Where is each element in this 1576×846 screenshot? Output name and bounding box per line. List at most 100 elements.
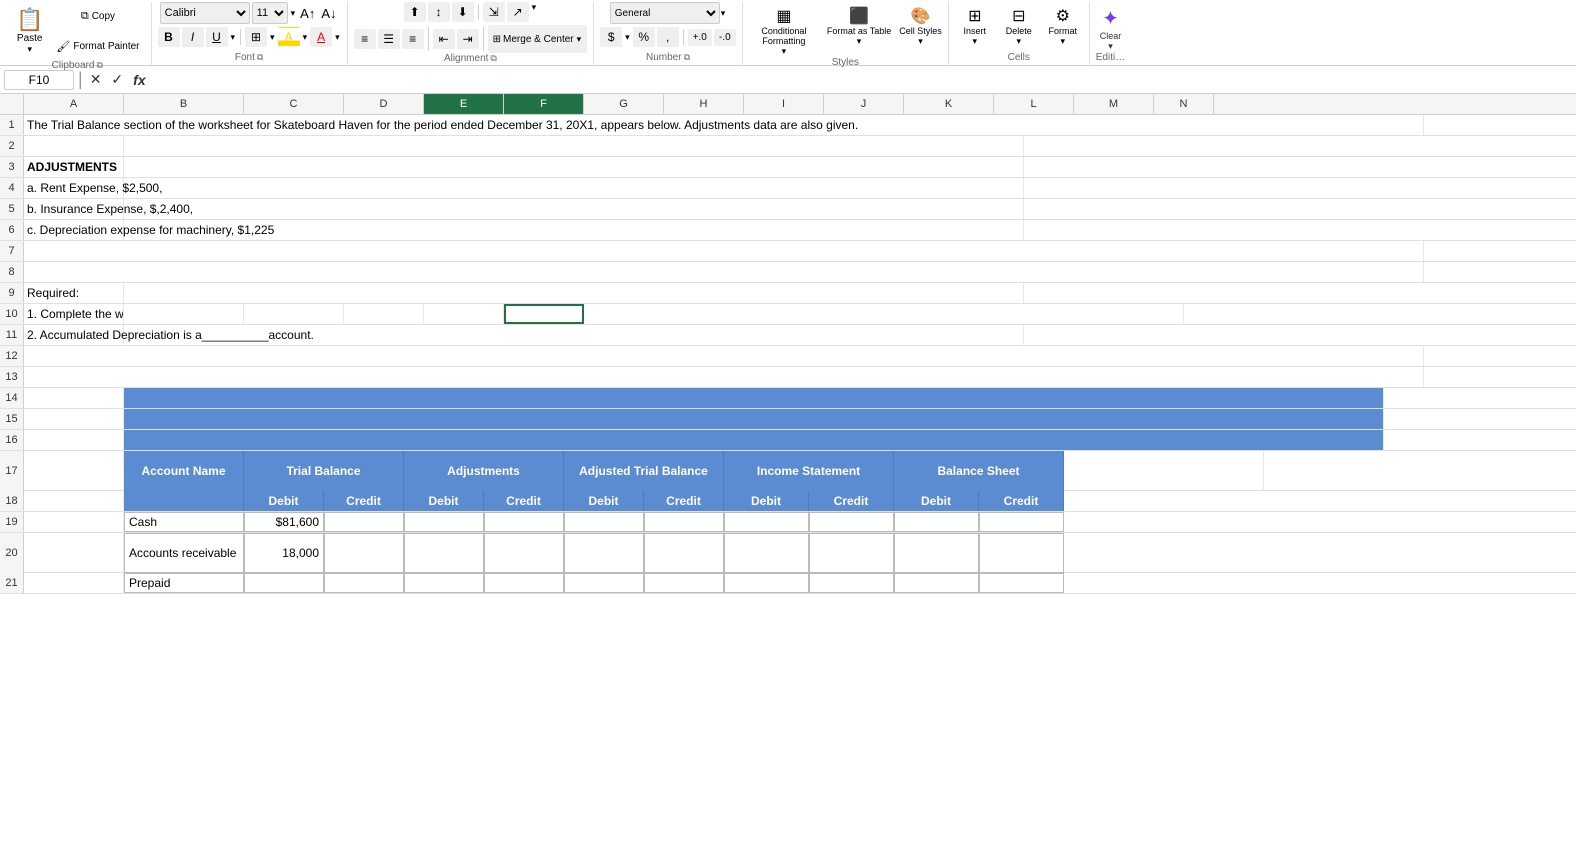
cell-a7[interactable] <box>24 241 1424 261</box>
cell-cash-adj-d[interactable] <box>404 512 484 532</box>
italic-button[interactable]: I <box>182 27 204 47</box>
insert-dropdown[interactable]: ▾ <box>972 36 979 47</box>
increase-decimal-button[interactable]: +.0 <box>688 29 712 46</box>
number-format-select[interactable]: General <box>610 2 720 24</box>
col-header-l[interactable]: L <box>994 94 1074 114</box>
clear-button[interactable]: ✦ Clear ▾ <box>1100 6 1122 52</box>
cell-ar-adj-d[interactable] <box>404 533 484 573</box>
cell-blue-14[interactable] <box>124 388 1384 408</box>
cell-account-18[interactable] <box>124 491 244 511</box>
cell-prepaid-is-c[interactable] <box>809 573 894 593</box>
cell-ar-adj-c[interactable] <box>484 533 564 573</box>
col-header-a[interactable]: A <box>24 94 124 114</box>
cell-blue-16[interactable] <box>124 430 1384 450</box>
cell-cash-atb-d[interactable] <box>564 512 644 532</box>
cell-a15[interactable] <box>24 409 124 429</box>
paste-button[interactable]: 📋 Paste ▾ <box>10 5 49 57</box>
border-dropdown[interactable]: ▾ <box>269 32 276 43</box>
cell-ar-credit[interactable] <box>324 533 404 573</box>
cell-b6[interactable] <box>124 220 1024 240</box>
percent-button[interactable]: % <box>633 27 655 47</box>
cell-b3[interactable] <box>124 157 1024 177</box>
delete-button[interactable]: ⊟ Delete ▾ <box>999 6 1039 52</box>
align-middle-button[interactable]: ↕ <box>428 2 450 22</box>
cell-adjusted-trial-balance-header[interactable]: Adjusted Trial Balance <box>564 451 724 491</box>
currency-button[interactable]: $ <box>600 27 622 47</box>
cell-f10[interactable] <box>504 304 584 324</box>
cell-cash-bs-c[interactable] <box>979 512 1064 532</box>
currency-dropdown[interactable]: ▾ <box>624 32 631 43</box>
col-header-n[interactable]: N <box>1154 94 1214 114</box>
cell-a4[interactable]: a. Rent Expense, $2,500, <box>24 178 124 198</box>
cell-a19[interactable] <box>24 512 124 532</box>
cell-reference-box[interactable] <box>4 70 74 90</box>
cell-a17[interactable] <box>24 451 124 491</box>
cell-styles-dropdown[interactable]: ▾ <box>917 36 924 47</box>
cell-ar-bs-d[interactable] <box>894 533 979 573</box>
cell-cash-bs-d[interactable] <box>894 512 979 532</box>
cell-prepaid-atb-c[interactable] <box>644 573 724 593</box>
format-dropdown[interactable]: ▾ <box>1060 36 1067 47</box>
copy-button[interactable]: ⧉ Copy <box>51 2 144 30</box>
increase-indent-button[interactable]: ⇥ <box>457 29 479 49</box>
clipboard-expand-icon[interactable]: ⧉ <box>96 60 102 71</box>
cell-a21[interactable] <box>24 573 124 593</box>
font-size-select[interactable]: 11 <box>252 2 288 24</box>
cell-d10[interactable] <box>344 304 424 324</box>
cell-account-20[interactable]: Accounts receivable <box>124 533 244 573</box>
merge-center-button[interactable]: ⊞ Merge & Center ▾ <box>488 25 588 53</box>
font-color-button[interactable]: A <box>310 27 332 47</box>
cell-g10[interactable] <box>584 304 1184 324</box>
formula-input[interactable] <box>153 73 1572 87</box>
alignment-expand-icon[interactable]: ⧉ <box>490 53 496 64</box>
cell-b2[interactable] <box>124 136 1024 156</box>
cancel-button[interactable]: ✕ <box>87 71 105 88</box>
align-center-button[interactable]: ☰ <box>378 29 400 49</box>
align-bottom-button[interactable]: ⬇ <box>452 2 474 22</box>
font-name-select[interactable]: Calibri <box>160 2 250 24</box>
col-header-c[interactable]: C <box>244 94 344 114</box>
format-painter-button[interactable]: 🖌 Format Painter <box>51 32 144 60</box>
orientation-button[interactable]: ↗ <box>507 2 529 22</box>
col-header-k[interactable]: K <box>904 94 994 114</box>
cell-ar-bs-c[interactable] <box>979 533 1064 573</box>
cell-prepaid-bs-c[interactable] <box>979 573 1064 593</box>
cell-b9[interactable] <box>124 283 1024 303</box>
format-as-table-button[interactable]: ⬛ Format as Table ▾ <box>827 6 891 47</box>
cell-cash-atb-c[interactable] <box>644 512 724 532</box>
cell-cash-credit[interactable] <box>324 512 404 532</box>
cell-b11[interactable] <box>124 325 1024 345</box>
cell-adjustments-header[interactable]: Adjustments <box>404 451 564 491</box>
col-header-m[interactable]: M <box>1074 94 1154 114</box>
font-color-dropdown[interactable]: ▾ <box>334 32 341 43</box>
delete-dropdown[interactable]: ▾ <box>1016 36 1023 47</box>
cell-prepaid-atb-d[interactable] <box>564 573 644 593</box>
cell-b4[interactable] <box>124 178 1024 198</box>
cell-ar-is-c[interactable] <box>809 533 894 573</box>
cell-a16[interactable] <box>24 430 124 450</box>
cell-prepaid-adj-c[interactable] <box>484 573 564 593</box>
cell-ar-atb-c[interactable] <box>644 533 724 573</box>
border-button[interactable]: ⊞ <box>245 27 267 47</box>
paste-dropdown-icon[interactable]: ▾ <box>26 44 33 55</box>
cell-a13[interactable] <box>24 367 1424 387</box>
cell-a8[interactable] <box>24 262 1424 282</box>
cell-a6[interactable]: c. Depreciation expense for machinery, $… <box>24 220 124 240</box>
cell-account-19[interactable]: Cash <box>124 512 244 532</box>
conditional-formatting-dropdown[interactable]: ▾ <box>781 46 788 57</box>
cell-a1[interactable]: The Trial Balance section of the workshe… <box>24 115 1424 135</box>
cell-ar-atb-d[interactable] <box>564 533 644 573</box>
bold-button[interactable]: B <box>158 27 180 47</box>
select-all-button[interactable] <box>0 94 24 114</box>
fill-color-button[interactable]: A <box>278 27 300 47</box>
increase-font-size-button[interactable]: A↑ <box>298 6 317 21</box>
merge-center-dropdown[interactable]: ▾ <box>576 34 583 45</box>
number-expand-icon[interactable]: ⧉ <box>684 52 690 63</box>
cell-ar-is-d[interactable] <box>724 533 809 573</box>
conditional-formatting-button[interactable]: ▦ Conditional Formatting ▾ <box>749 6 819 57</box>
cell-account-name-header[interactable]: Account Name <box>124 451 244 491</box>
col-header-j[interactable]: J <box>824 94 904 114</box>
align-right-button[interactable]: ≡ <box>402 29 424 49</box>
cell-cash-adj-c[interactable] <box>484 512 564 532</box>
underline-button[interactable]: U <box>206 27 228 47</box>
